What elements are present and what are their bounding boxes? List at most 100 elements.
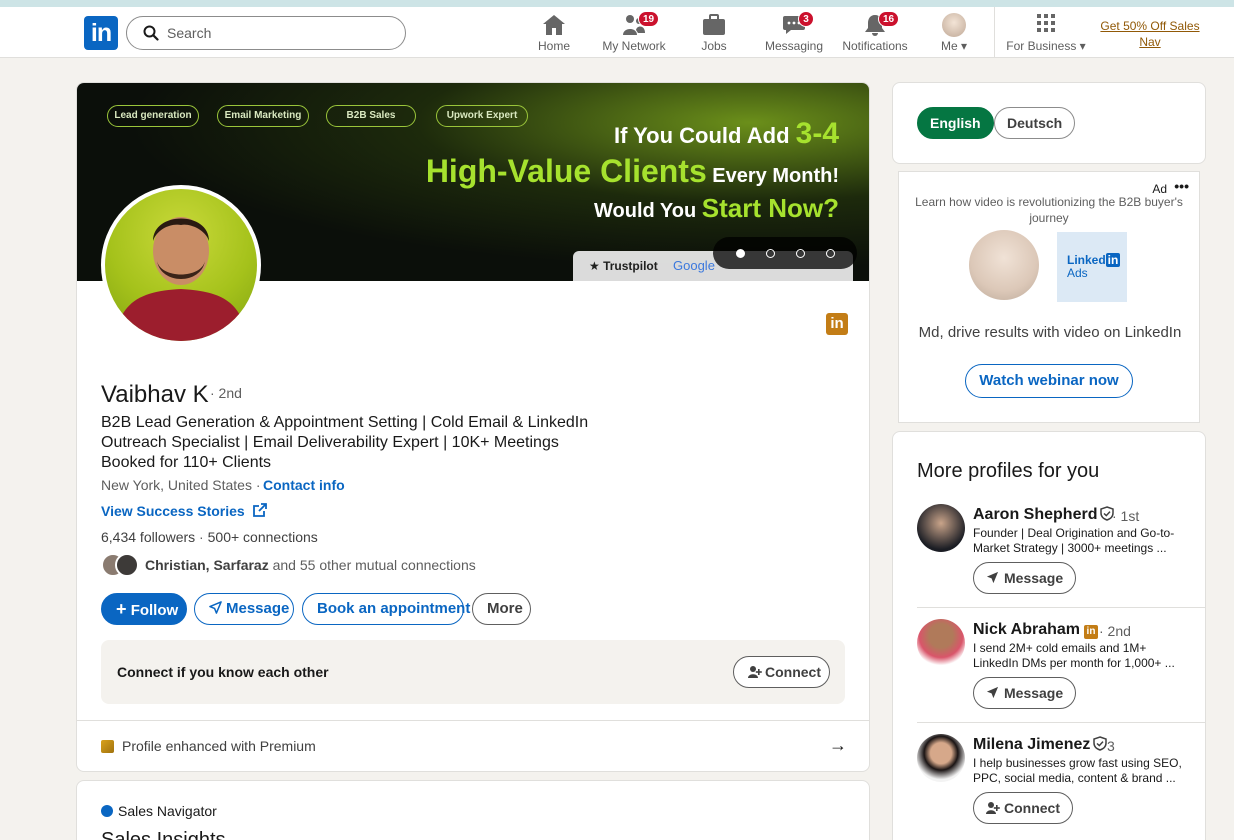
browser-top-strip: [0, 0, 1234, 7]
banner-line-3: Would You Start Now?: [594, 193, 839, 223]
ad-description: Learn how video is revolutionizing the B…: [915, 195, 1183, 225]
nav-my-network-label: My Network: [602, 39, 666, 53]
grid-icon: [1037, 14, 1055, 32]
home-icon: [543, 15, 565, 35]
message-button[interactable]: Message: [194, 593, 294, 625]
premium-icon: in: [1084, 625, 1098, 639]
suggestion-name[interactable]: Milena Jimenez: [973, 736, 1108, 754]
success-stories-link[interactable]: View Success Stories: [101, 503, 267, 519]
premium-icon: [101, 740, 114, 753]
compass-icon: [101, 805, 113, 817]
connect-prompt-box: Connect if you know each other Connect: [101, 640, 845, 704]
profile-suggestion[interactable]: Aaron Shepherd · 1st Founder | Deal Orig…: [893, 504, 1205, 619]
suggestion-name[interactable]: Nick Abraham in: [973, 621, 1098, 639]
profile-card: Lead generation Email Marketing B2B Sale…: [76, 82, 870, 772]
nav-messaging[interactable]: 3 Messaging: [762, 11, 826, 59]
more-button[interactable]: More: [472, 593, 531, 625]
nav-divider: [994, 7, 995, 58]
messaging-badge: 3: [798, 11, 814, 27]
banner-chip: Lead generation: [107, 105, 199, 127]
banner-line-1: If You Could Add 3-4: [613, 117, 839, 150]
network-badge: 19: [638, 11, 660, 27]
send-icon: [986, 571, 999, 584]
carousel-dot[interactable]: [795, 248, 805, 258]
connection-degree: · 2nd: [210, 385, 242, 401]
followers-count[interactable]: 6,434 followers · 500+ connections: [101, 529, 318, 545]
suggestion-name[interactable]: Aaron Shepherd: [973, 506, 1115, 524]
linkedin-ads-logo: Linked in Ads: [1057, 232, 1127, 302]
chevron-down-icon: ▾: [1079, 39, 1086, 53]
lang-english-button[interactable]: English: [917, 107, 994, 139]
connect-button[interactable]: Connect: [733, 656, 830, 688]
suggestion-message-button[interactable]: Message: [973, 562, 1077, 594]
plus-icon: +: [116, 599, 127, 619]
briefcase-icon: [703, 14, 725, 35]
banner-chip: B2B Sales: [326, 105, 416, 127]
external-link-icon: [252, 503, 267, 517]
suggestion-connect-button[interactable]: Connect: [973, 792, 1073, 824]
send-icon: [209, 601, 222, 614]
suggestion-avatar[interactable]: [917, 619, 965, 667]
sales-insights-title: Sales Insights: [101, 829, 226, 840]
search-input[interactable]: [167, 23, 387, 43]
profile-suggestion[interactable]: Nick Abraham in · 2nd I send 2M+ cold ema…: [893, 619, 1205, 734]
sales-navigator-label: Sales Navigator: [101, 803, 217, 819]
contact-info-link[interactable]: Contact info: [263, 477, 345, 493]
search-icon: [143, 25, 159, 41]
banner-chip: Email Marketing: [217, 105, 309, 127]
nav-jobs-label: Jobs: [701, 39, 727, 53]
top-navbar: in Home 19 My Network Jobs 3 Messaging 1…: [0, 7, 1234, 58]
language-card: English Deutsch: [892, 82, 1206, 164]
section-divider: [77, 720, 869, 721]
verified-icon: [1093, 736, 1108, 751]
mutual-avatars: [101, 553, 141, 577]
nav-me[interactable]: Me ▾: [936, 13, 972, 59]
profile-location: New York, United States ·: [101, 477, 261, 493]
banner-chip: Upwork Expert: [436, 105, 528, 127]
profile-headline: B2B Lead Generation & Appointment Settin…: [101, 414, 589, 471]
suggestion-divider: [917, 607, 1205, 608]
suggestion-headline: I help businesses grow fast using SEO, P…: [973, 756, 1182, 785]
nav-me-label: Me: [940, 39, 958, 53]
trustpilot-logo: ★ Trustpilot: [589, 259, 658, 273]
mutual-connections[interactable]: Christian, Sarfaraz and 55 other mutual …: [145, 557, 476, 573]
sales-nav-promo-link[interactable]: Get 50% Off Sales Nav: [1100, 18, 1200, 50]
chevron-down-icon: ▾: [960, 39, 968, 53]
nav-notifications[interactable]: 16 Notifications: [838, 11, 912, 59]
linkedin-logo-icon[interactable]: in: [84, 16, 118, 50]
person-photo: [115, 217, 247, 341]
nav-jobs[interactable]: Jobs: [698, 13, 730, 59]
profile-suggestion[interactable]: Milena Jimenez 3 I help businesses grow …: [893, 734, 1205, 840]
follow-button[interactable]: + Follow: [101, 593, 187, 625]
add-person-icon: [748, 666, 762, 678]
more-options-icon[interactable]: •••: [1174, 178, 1189, 194]
arrow-right-icon[interactable]: →: [829, 735, 847, 756]
book-appointment-button[interactable]: Book an appointment: [302, 593, 470, 625]
profile-avatar[interactable]: [101, 185, 261, 345]
ad-message: Md, drive results with video on LinkedIn: [918, 324, 1182, 341]
search-box[interactable]: [126, 16, 406, 50]
suggestion-divider: [917, 722, 1205, 723]
mutual-avatar: [115, 553, 139, 577]
nav-for-business-label: For Business: [1006, 39, 1077, 53]
nav-home[interactable]: Home: [534, 13, 574, 59]
nav-notifications-label: Notifications: [842, 39, 908, 53]
suggestion-message-button[interactable]: Message: [973, 677, 1077, 709]
premium-enhanced-row[interactable]: Profile enhanced with Premium: [101, 738, 316, 754]
carousel-dot[interactable]: [825, 248, 835, 258]
connect-prompt-text: Connect if you know each other: [117, 664, 329, 680]
nav-my-network[interactable]: 19 My Network: [600, 11, 668, 59]
carousel-dot[interactable]: [735, 248, 745, 258]
carousel-dot[interactable]: [765, 248, 775, 258]
nav-for-business[interactable]: For Business ▾: [1004, 13, 1088, 59]
suggestion-degree: · 1st: [1112, 508, 1140, 524]
watch-webinar-button[interactable]: Watch webinar now: [965, 364, 1133, 398]
banner-line-2: High-Value Clients Every Month!: [425, 153, 839, 189]
notifications-badge: 16: [878, 11, 900, 27]
ad-user-avatar: [969, 230, 1039, 300]
lang-deutsch-button[interactable]: Deutsch: [994, 107, 1076, 139]
linkedin-premium-icon: in: [826, 313, 848, 335]
suggestion-avatar[interactable]: [917, 734, 965, 782]
suggestion-avatar[interactable]: [917, 504, 965, 552]
send-icon: [986, 686, 999, 699]
